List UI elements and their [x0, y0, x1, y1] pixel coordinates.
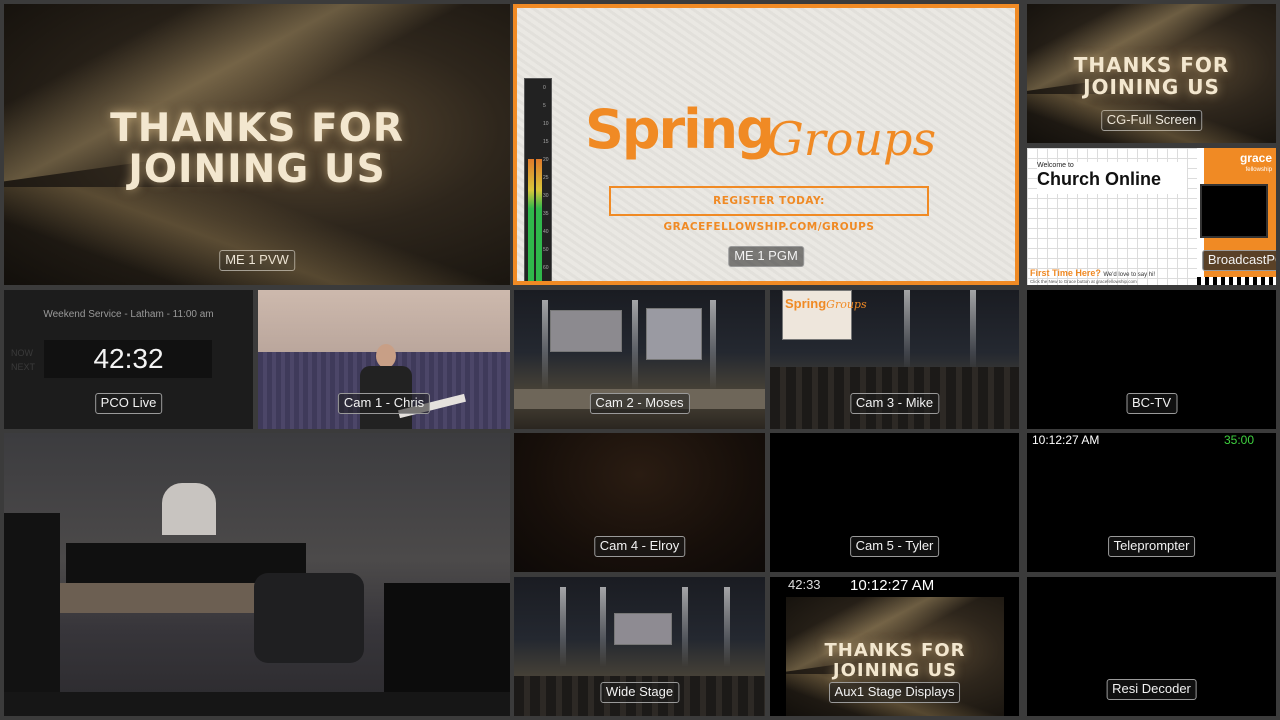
grace-logo-sub: fellowship: [1245, 167, 1272, 173]
tile-label-cam1: Cam 1 - Chris: [337, 393, 431, 414]
first-time-heading: First Time Here? We'd love to say hi!: [1030, 268, 1155, 278]
pco-countdown: 42:32: [93, 343, 164, 374]
tile-label-cam5: Cam 5 - Tyler: [849, 536, 940, 557]
aux1-countdown: 42:33: [788, 577, 821, 592]
thanks-line2-aux: JOINING US: [832, 660, 958, 681]
thanks-line1-aux: THANKS FOR: [824, 640, 966, 661]
audio-meter-right: [536, 159, 542, 281]
aux1-clock: 10:12:27 AM: [850, 577, 935, 594]
church-online-card: Welcome to Church Online: [1037, 162, 1187, 194]
thanks-graphic: THANKS FOR JOINING US: [4, 108, 510, 190]
pco-next: NEXT: [11, 362, 36, 372]
cam2-tile[interactable]: Cam 2 - Moses: [514, 290, 765, 429]
broadcast-pgm-tile[interactable]: Welcome to Church Online grace fellowshi…: [1027, 148, 1276, 285]
tile-label-cam2: Cam 2 - Moses: [589, 393, 690, 414]
wide-stage-tile[interactable]: Wide Stage: [514, 577, 765, 716]
aux1-stage-displays-tile[interactable]: 42:33 10:12:27 AM THANKS FOR JOINING US …: [770, 577, 1019, 716]
thanks-line2: JOINING US: [128, 147, 386, 192]
cg-full-screen-tile[interactable]: THANKS FOR JOINING US CG-Full Screen: [1027, 4, 1276, 143]
first-time-small: Click the New to Grace button at gracefe…: [1030, 279, 1137, 284]
thanks-line1-small: THANKS FOR: [1073, 53, 1230, 77]
bctv-tile[interactable]: BC-TV: [1027, 290, 1276, 429]
cam4-tile[interactable]: Cam 4 - Elroy: [514, 433, 765, 572]
audio-meter-tick: 30: [543, 193, 549, 199]
teleprompter-timer: 35:00: [1223, 433, 1254, 447]
groups-title: Groups: [767, 112, 937, 166]
church-online-title: Church Online: [1037, 169, 1162, 189]
tile-label-bctv: BC-TV: [1126, 393, 1177, 414]
audio-meter-tick: 50: [543, 247, 549, 253]
pco-now: NOW: [11, 348, 33, 358]
cam3-tile[interactable]: SpringGroups Cam 3 - Mike: [770, 290, 1019, 429]
tile-label-me1-pgm: ME 1 PGM: [728, 246, 804, 267]
cam3-screen-groups-text: Groups: [826, 298, 867, 311]
cam3-screen-spring: SpringGroups: [785, 296, 867, 311]
tile-label-cam4: Cam 4 - Elroy: [593, 536, 686, 557]
thanks-graphic-aux: THANKS FOR JOINING US: [786, 641, 1004, 681]
spring-title: Spring: [585, 98, 775, 161]
grace-logo-text: grace: [1239, 151, 1272, 165]
first-time-sub: We'd love to say hi!: [1103, 272, 1156, 278]
teleprompter-clock: 10:12:27 AM: [1032, 433, 1100, 447]
church-online-welcome: Welcome to: [1037, 162, 1074, 169]
tile-label-teleprompter: Teleprompter: [1107, 536, 1196, 557]
resi-decoder-tile[interactable]: Resi Decoder: [1027, 577, 1276, 716]
thanks-line2-small: JOINING US: [1083, 75, 1220, 99]
first-time-text: First Time Here?: [1030, 268, 1101, 278]
tile-label-cam3: Cam 3 - Mike: [849, 393, 940, 414]
cam3-screen-spring-text: Spring: [785, 296, 827, 311]
audio-meter-tick: 10: [543, 121, 549, 127]
tile-label-cg-full-screen: CG-Full Screen: [1100, 110, 1203, 131]
me1-preview-tile[interactable]: THANKS FOR JOINING US ME 1 PVW: [4, 4, 510, 285]
tile-label-aux1: Aux1 Stage Displays: [828, 682, 961, 703]
pco-service-name: Weekend Service - Latham - 11:00 am: [43, 309, 214, 320]
tile-label-broadcast-pgm: BroadcastPGM: [1201, 250, 1276, 271]
me1-program-tile[interactable]: 0 5 10 15 20 25 30 35 40 50 60 Spring Groups REGIS…: [513, 4, 1019, 285]
audio-meter-tick: 15: [543, 139, 549, 145]
tile-label-wide-stage: Wide Stage: [599, 682, 680, 703]
cam1-tile[interactable]: Cam 1 - Chris: [258, 290, 510, 429]
audio-meter-tick: 60: [543, 265, 549, 271]
audio-meter-tick: 20: [543, 157, 549, 163]
grace-logo: grace fellowship: [1240, 152, 1272, 176]
audio-meter-tick: 35: [543, 211, 549, 217]
tile-label-me1-pvw: ME 1 PVW: [219, 250, 295, 271]
audio-meter: 0 5 10 15 20 25 30 35 40 50 60: [524, 78, 552, 281]
audio-meter-tick: 40: [543, 229, 549, 235]
cam5-tile[interactable]: Cam 5 - Tyler: [770, 433, 1019, 572]
pco-live-tile[interactable]: Weekend Service - Latham - 11:00 am 42:3…: [4, 290, 253, 429]
control-room-tile[interactable]: [4, 433, 510, 716]
audio-meter-tick: 25: [543, 175, 549, 181]
audio-meter-tick: 0: [543, 85, 546, 91]
register-banner: REGISTER TODAY: GRACEFELLOWSHIP.COM/GROU…: [609, 186, 929, 233]
teleprompter-tile[interactable]: 10:12:27 AM 35:00 Teleprompter: [1027, 433, 1276, 572]
thanks-line1: THANKS FOR: [110, 106, 404, 151]
video-inset: [1200, 184, 1268, 238]
pco-now-next: NOW NEXT: [11, 346, 35, 374]
tile-label-resi: Resi Decoder: [1106, 679, 1197, 700]
audio-meter-tick: 5: [543, 103, 546, 109]
audio-meter-left: [528, 159, 534, 281]
thanks-graphic-small: THANKS FOR JOINING US: [1027, 54, 1276, 98]
tile-label-pco-live: PCO Live: [94, 393, 163, 414]
